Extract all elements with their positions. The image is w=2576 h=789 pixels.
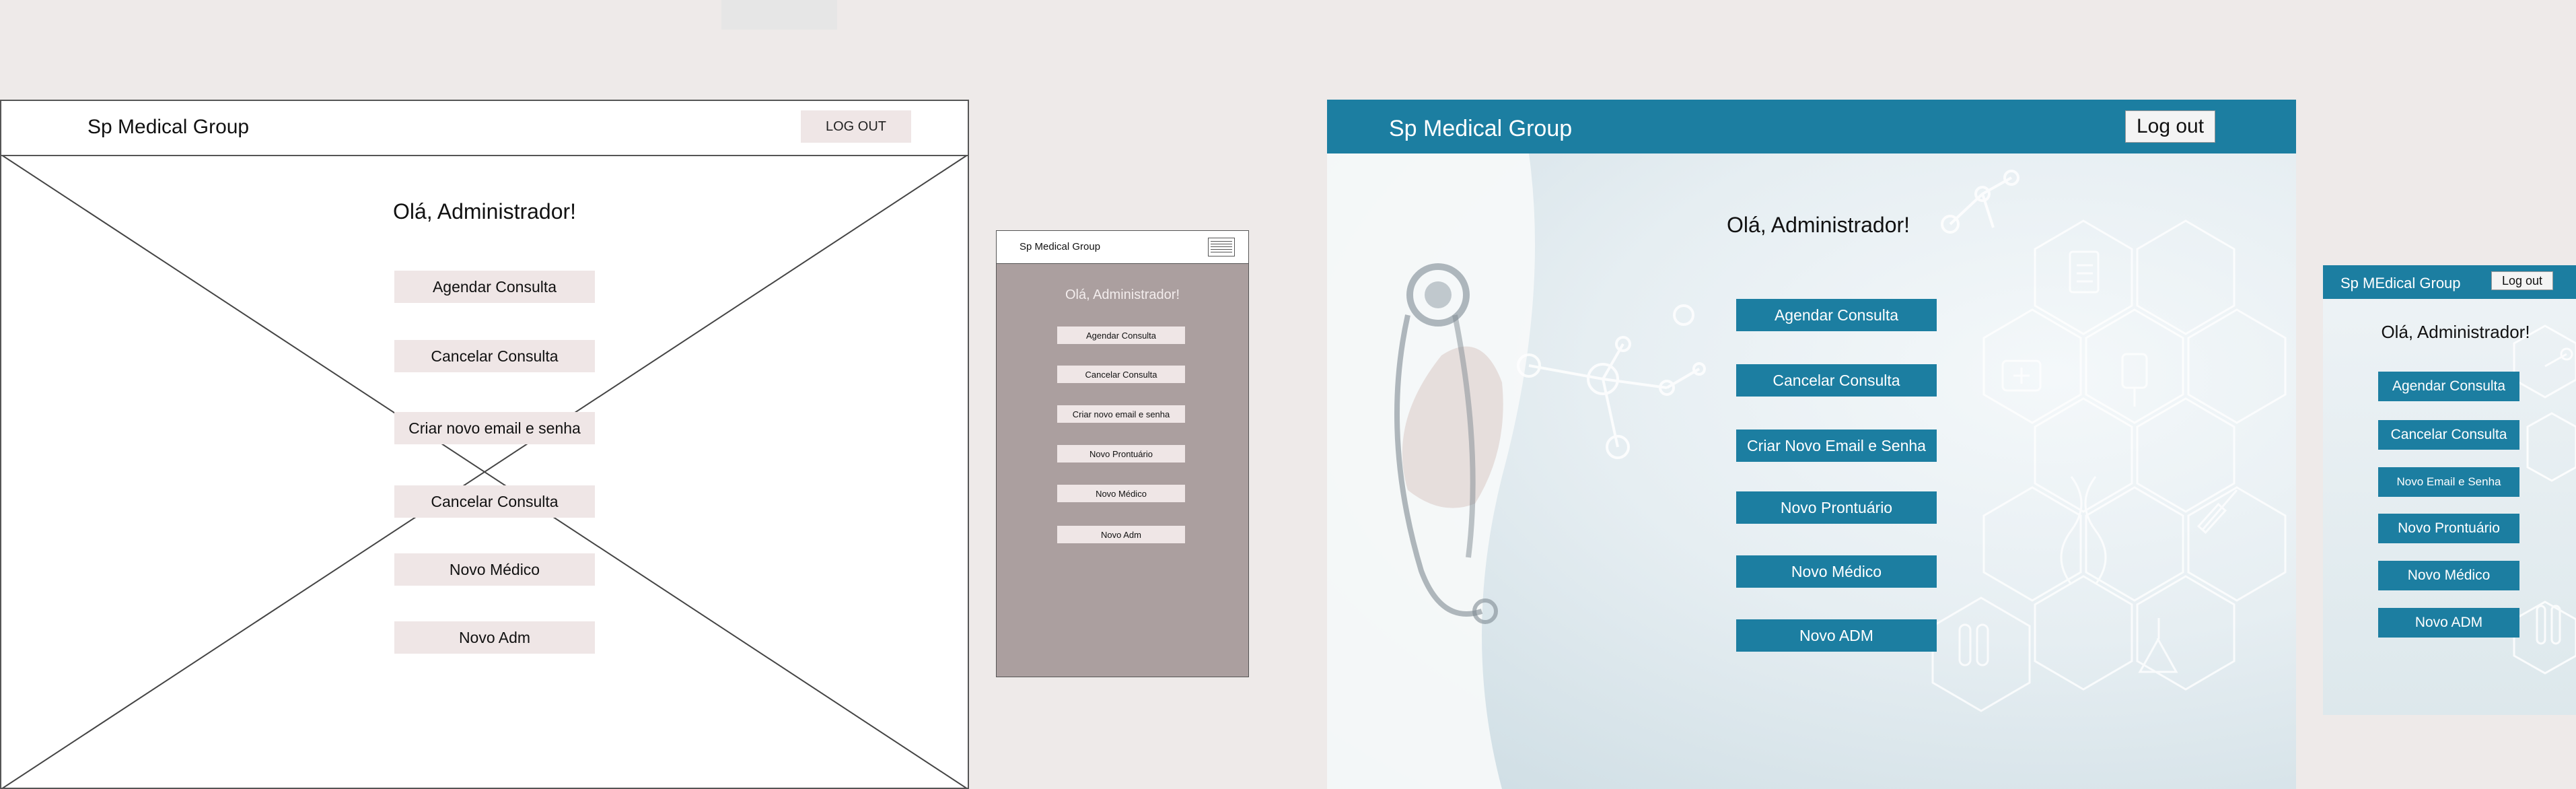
- header-bar: Sp Medical Group: [997, 231, 1248, 264]
- app-title: Sp Medical Group: [1389, 116, 1573, 141]
- header-bar: Sp MEdical Group Log out: [2323, 265, 2576, 299]
- cancelar-consulta-button[interactable]: Cancelar Consulta: [1057, 366, 1185, 383]
- criar-email-senha-button[interactable]: Criar novo email e senha: [1057, 405, 1185, 423]
- hamburger-menu-icon[interactable]: [1208, 238, 1235, 256]
- cancelar-consulta-button[interactable]: Cancelar Consulta: [394, 340, 595, 372]
- agendar-consulta-button[interactable]: Agendar Consulta: [394, 271, 595, 303]
- novo-adm-button[interactable]: Novo Adm: [394, 621, 595, 654]
- agendar-consulta-button[interactable]: Agendar Consulta: [2378, 372, 2519, 401]
- novo-medico-button[interactable]: Novo Médico: [2378, 561, 2519, 590]
- greeting-text: Olá, Administrador!: [1726, 213, 1910, 237]
- criar-email-senha-button[interactable]: Criar novo email e senha: [394, 412, 595, 444]
- desktop-wireframe-frame: Sp Medical Group LOG OUT Olá, Administra…: [0, 100, 969, 789]
- greeting-text: Olá, Administrador!: [2381, 322, 2530, 342]
- canvas-top-tab: [721, 0, 837, 30]
- novo-adm-button[interactable]: Novo ADM: [2378, 608, 2519, 638]
- header-bar: Sp Medical Group Log out: [1327, 100, 2296, 153]
- cancelar-consulta-button[interactable]: Cancelar Consulta: [1736, 364, 1937, 397]
- app-title: Sp MEdical Group: [2340, 275, 2461, 291]
- novo-medico-button[interactable]: Novo Médico: [394, 553, 595, 586]
- novo-prontuario-button[interactable]: Novo Prontuário: [1736, 491, 1937, 524]
- novo-adm-button[interactable]: Novo Adm: [1057, 526, 1185, 543]
- app-title: Sp Medical Group: [87, 116, 250, 138]
- mobile-styled-frame: Sp MEdical Group Log out Olá, Administra…: [2323, 265, 2576, 715]
- app-title: Sp Medical Group: [1019, 241, 1101, 252]
- cancelar-consulta-button-2[interactable]: Cancelar Consulta: [394, 485, 595, 518]
- mobile-wireframe-frame: Sp Medical Group Olá, Administrador! Age…: [996, 230, 1249, 677]
- novo-medico-button[interactable]: Novo Médico: [1057, 485, 1185, 502]
- criar-email-senha-button[interactable]: Criar Novo Email e Senha: [1736, 430, 1937, 462]
- header-bar: Sp Medical Group LOG OUT: [1, 101, 968, 156]
- greeting-text: Olá, Administrador!: [1065, 287, 1180, 302]
- novo-medico-button[interactable]: Novo Médico: [1736, 555, 1937, 588]
- novo-email-senha-button[interactable]: Novo Email e Senha: [2378, 467, 2519, 497]
- novo-prontuario-button[interactable]: Novo Prontuário: [2378, 514, 2519, 543]
- placeholder-cross-icon: [1, 155, 968, 788]
- greeting-text: Olá, Administrador!: [392, 199, 577, 224]
- desktop-styled-frame: Sp Medical Group Log out Olá, Administra…: [1327, 100, 2296, 789]
- agendar-consulta-button[interactable]: Agendar Consulta: [1057, 327, 1185, 344]
- novo-prontuario-button[interactable]: Novo Prontuário: [1057, 445, 1185, 462]
- logout-button[interactable]: Log out: [2491, 271, 2553, 290]
- novo-adm-button[interactable]: Novo ADM: [1736, 619, 1937, 652]
- logout-button[interactable]: Log out: [2125, 110, 2215, 143]
- cancelar-consulta-button[interactable]: Cancelar Consulta: [2378, 420, 2519, 450]
- logout-button[interactable]: LOG OUT: [801, 110, 911, 143]
- agendar-consulta-button[interactable]: Agendar Consulta: [1736, 299, 1937, 331]
